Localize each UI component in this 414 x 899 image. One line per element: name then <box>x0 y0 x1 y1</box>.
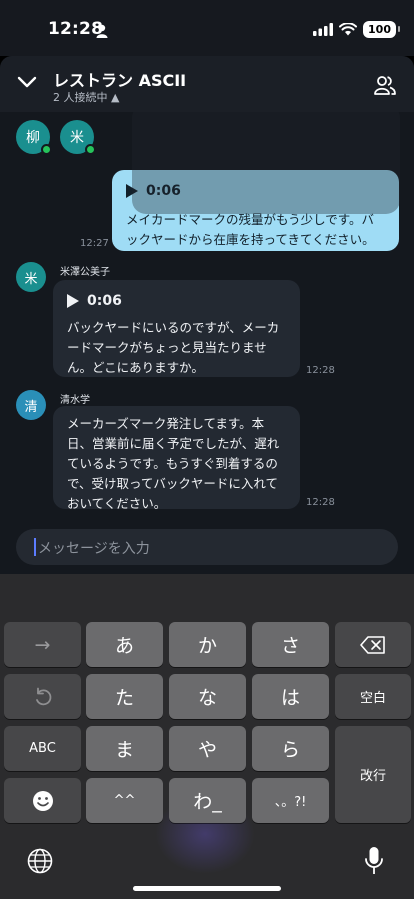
sender-name: 清水学 <box>60 394 90 406</box>
key-wa[interactable]: わ_ <box>169 778 246 823</box>
mic-icon[interactable] <box>364 846 384 876</box>
avatar[interactable]: 米 <box>60 120 96 155</box>
message-time: 12:28 <box>306 497 335 508</box>
online-indicator <box>85 144 96 155</box>
status-time: 12:28 <box>48 19 104 39</box>
online-indicator <box>41 144 52 155</box>
chat-screen: レストラン ASCII 2 人接続中 ▲ 柳 米 0:06 メイカードマークの残… <box>0 56 414 574</box>
undo-key[interactable] <box>4 674 81 719</box>
room-title: レストラン ASCII <box>53 71 187 90</box>
status-bar: 12:28 100 <box>0 0 414 56</box>
members-icon[interactable] <box>374 74 396 96</box>
battery-icon: 100 <box>363 21 400 38</box>
key-ha[interactable]: は <box>252 674 329 719</box>
key-ya[interactable]: や <box>169 726 246 771</box>
signal-icon <box>313 23 334 36</box>
room-connection-status[interactable]: 2 人接続中 ▲ <box>53 89 119 105</box>
home-indicator <box>133 886 281 891</box>
avatar[interactable]: 柳 <box>16 120 52 155</box>
chevron-down-icon[interactable] <box>16 74 38 90</box>
incoming-voice-message[interactable]: 0:06 バックヤードにいるのですが、メーカードマークがちょっと見当たりません。… <box>53 280 300 377</box>
backspace-icon <box>360 635 385 654</box>
scrolled-message-remnant <box>132 104 400 214</box>
status-indicators: 100 <box>313 21 400 38</box>
avatar-initial: 米 <box>24 271 38 287</box>
backspace-key[interactable] <box>335 622 411 667</box>
undo-icon <box>35 687 51 705</box>
key-a[interactable]: あ <box>86 622 163 667</box>
incoming-text-message[interactable]: メーカーズマーク発注してます。本日、営業前に届く予定でしたが、遅れているようです… <box>53 406 300 511</box>
avatar-initial: 米 <box>70 130 84 146</box>
avatar[interactable]: 米 <box>16 262 46 292</box>
play-icon[interactable] <box>67 294 79 308</box>
avatar[interactable]: 清 <box>16 390 46 420</box>
message-text: メーカーズマーク発注してます。本日、営業前に届く予定でしたが、遅れているようです… <box>67 416 280 511</box>
space-key[interactable]: 空白 <box>335 674 411 719</box>
message-time: 12:28 <box>306 365 335 376</box>
chat-header: レストラン ASCII 2 人接続中 ▲ <box>0 56 414 112</box>
participant-avatars: 柳 米 <box>16 120 96 155</box>
key-punctuation[interactable]: 、。?! <box>252 778 329 823</box>
avatar-initial: 清 <box>24 399 38 415</box>
voice-player[interactable]: 0:06 <box>67 292 286 310</box>
abc-key[interactable]: ABC <box>4 726 81 771</box>
text-caret <box>34 538 36 556</box>
key-sa[interactable]: さ <box>252 622 329 667</box>
message-text: バックヤードにいるのですが、メーカードマークがちょっと見当たりません。どこにあり… <box>67 320 280 375</box>
wifi-icon <box>339 23 358 36</box>
return-key[interactable]: 改行 <box>335 726 411 823</box>
emoji-icon <box>32 790 53 811</box>
key-ka[interactable]: か <box>169 622 246 667</box>
key-na[interactable]: な <box>169 674 246 719</box>
message-input[interactable]: メッセージを入力 <box>16 529 398 565</box>
sender-name: 米澤公美子 <box>60 266 110 278</box>
key-arrow[interactable]: → <box>4 622 81 667</box>
key-ra[interactable]: ら <box>252 726 329 771</box>
avatar-initial: 柳 <box>26 130 40 146</box>
key-ta[interactable]: た <box>86 674 163 719</box>
message-input-placeholder: メッセージを入力 <box>38 541 150 557</box>
key-ma[interactable]: ま <box>86 726 163 771</box>
key-dakuten[interactable]: ^^ <box>86 778 163 823</box>
emoji-key[interactable] <box>4 778 81 823</box>
japanese-keyboard: → あ か さ た な は 空白 ABC ま や ら 改行 ^^ わ_ 、。?! <box>0 574 414 899</box>
person-icon <box>96 24 108 38</box>
message-text: メイカードマークの残量がもう少しです。バックヤードから在庫を持ってきてください。 <box>126 212 375 247</box>
voice-duration: 0:06 <box>87 293 122 309</box>
message-time: 12:27 <box>80 238 109 249</box>
globe-icon[interactable] <box>27 848 53 874</box>
